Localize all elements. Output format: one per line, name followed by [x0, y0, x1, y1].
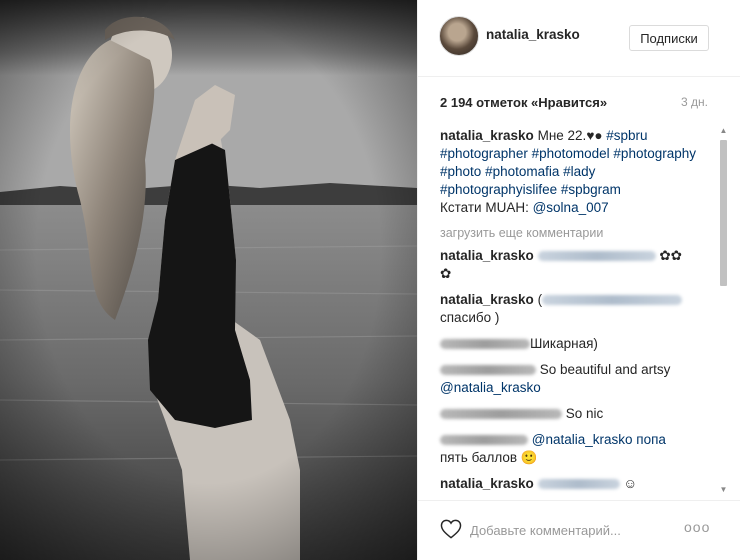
comment: natalia_krasko ☺ [440, 475, 705, 493]
comment-text-line2: спасибо ) [440, 310, 500, 325]
hashtag[interactable]: #photomodel [532, 146, 610, 161]
comment: natalia_krasko ( спасибо ) [440, 291, 705, 327]
hashtag[interactable]: #photography [613, 146, 696, 161]
comment: natalia_krasko ✿✿ ✿ [440, 247, 705, 283]
comment-username[interactable]: natalia_krasko [440, 248, 534, 263]
caption: natalia_krasko Мне 22.♥● #spbru #photogr… [440, 127, 705, 217]
blurred-username [440, 365, 536, 376]
comment-text-line2: пять баллов 🙂 [440, 450, 538, 465]
caption-extra: Кстати MUAH: [440, 200, 533, 215]
comment-bar: ooo [418, 500, 740, 560]
likes-row: 2 194 отметок «Нравится» 3 дн. [418, 78, 740, 122]
comment-text[interactable]: @natalia_krasko попа [532, 432, 666, 447]
blurred-username [440, 409, 562, 420]
comments-scrollbar[interactable]: ▲ ▼ [719, 126, 728, 494]
post-panel: natalia_krasko Подписки 2 194 отметок «Н… [417, 0, 740, 560]
hashtag[interactable]: #lady [563, 164, 595, 179]
blurred-mention [542, 295, 683, 306]
author-username[interactable]: natalia_krasko [486, 27, 580, 42]
comment: So beautiful and artsy @natalia_krasko [440, 361, 705, 397]
comment: Шикарная) [440, 335, 705, 353]
scroll-down-icon[interactable]: ▼ [719, 485, 728, 494]
comment-username[interactable]: natalia_krasko [440, 292, 534, 307]
blurred-username [440, 435, 528, 446]
caption-mention[interactable]: @solna_007 [533, 200, 609, 215]
comment-text-line2: ✿ [440, 266, 452, 281]
comment: So nic [440, 405, 705, 423]
following-button[interactable]: Подписки [629, 25, 709, 51]
load-more-comments[interactable]: загрузить еще комментарии [440, 225, 705, 241]
comment-mention[interactable]: @natalia_krasko [440, 380, 541, 395]
add-comment-input[interactable] [470, 521, 670, 539]
avatar[interactable] [439, 16, 479, 56]
likes-count[interactable]: 2 194 отметок «Нравится» [440, 95, 607, 110]
scrollbar-thumb[interactable] [720, 140, 727, 286]
blurred-mention [537, 251, 656, 262]
hashtag[interactable]: #spbgram [561, 182, 621, 197]
caption-username[interactable]: natalia_krasko [440, 128, 534, 143]
blurred-mention [537, 479, 620, 490]
comments-list[interactable]: natalia_krasko Мне 22.♥● #spbru #photogr… [418, 122, 740, 494]
comment-text: Шикарная) [530, 336, 598, 351]
caption-text: Мне 22. [537, 128, 587, 143]
photo-illustration [0, 0, 417, 560]
comment: @natalia_krasko попа пять баллов 🙂 [440, 431, 705, 467]
comment-text: ✿✿ [655, 248, 682, 263]
more-options-icon[interactable]: ooo [684, 519, 710, 535]
comment-text: ☺ [619, 476, 638, 491]
heart-outline-icon[interactable] [440, 519, 462, 539]
comment-text: So nic [565, 406, 604, 421]
hashtag[interactable]: #photographer [440, 146, 528, 161]
post-header: natalia_krasko Подписки [418, 0, 740, 77]
post-photo[interactable] [0, 0, 417, 560]
comment-text: So beautiful and artsy [539, 362, 671, 377]
hashtag[interactable]: #photomafia [485, 164, 559, 179]
hashtag[interactable]: #photo [440, 164, 481, 179]
hashtag[interactable]: #photographyislifee [440, 182, 557, 197]
scroll-up-icon[interactable]: ▲ [719, 126, 728, 135]
blurred-username [440, 339, 530, 350]
hashtag[interactable]: #spbru [606, 128, 647, 143]
comment-username[interactable]: natalia_krasko [440, 476, 534, 491]
caption-hearts: ♥● [586, 128, 603, 143]
post-time[interactable]: 3 дн. [681, 95, 708, 109]
